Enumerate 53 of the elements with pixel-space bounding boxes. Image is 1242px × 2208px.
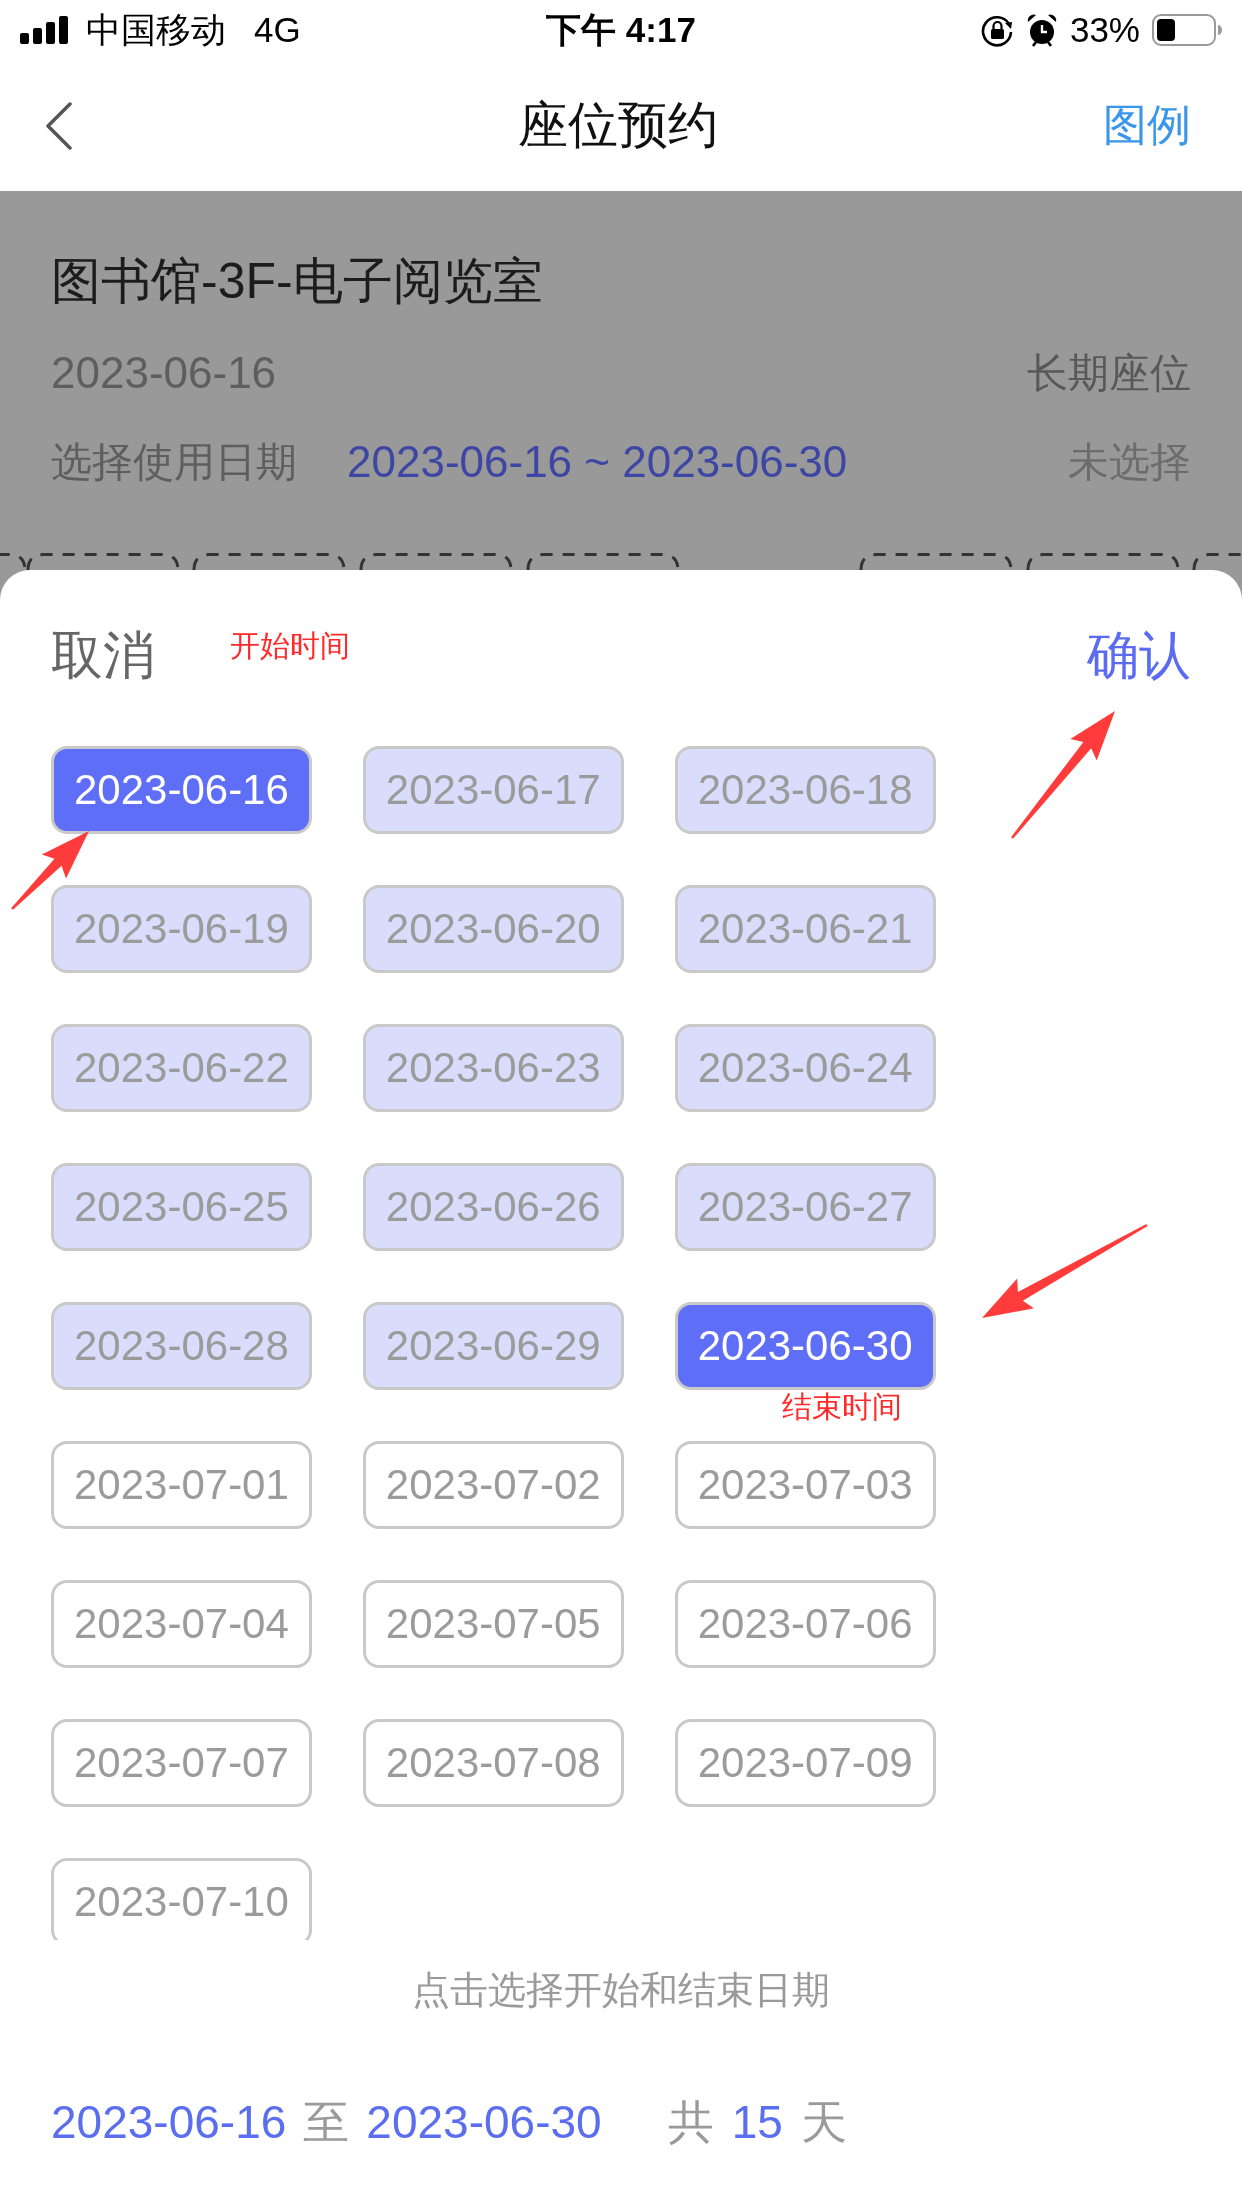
confirm-button[interactable]: 确认 xyxy=(1087,625,1191,685)
date-chip[interactable]: 2023-06-24 xyxy=(674,1024,936,1112)
hint-text: 点击选择开始和结束日期 xyxy=(412,1968,830,2013)
date-chip[interactable]: 2023-07-01 xyxy=(51,1441,312,1529)
cancel-button[interactable]: 取消 xyxy=(51,625,155,685)
start-date: 2023-06-16 xyxy=(51,2095,287,2150)
date-chip[interactable]: 2023-06-22 xyxy=(51,1024,312,1112)
date-chip[interactable]: 2023-06-16 xyxy=(51,746,312,834)
back-chevron-icon[interactable] xyxy=(45,101,73,150)
booking-date: 2023-06-16 xyxy=(51,349,277,397)
date-chip[interactable]: 2023-06-19 xyxy=(51,885,312,973)
date-chip[interactable]: 2023-07-10 xyxy=(51,1858,312,1940)
date-chip[interactable]: 2023-07-04 xyxy=(51,1580,312,1668)
date-chip[interactable]: 2023-06-18 xyxy=(674,746,936,834)
date-chip[interactable]: 2023-07-07 xyxy=(51,1719,312,1807)
legend-link[interactable]: 图例 xyxy=(1103,96,1191,155)
rotation-lock-icon xyxy=(980,13,1014,47)
page-title: 座位预约 xyxy=(518,96,718,155)
date-chip[interactable]: 2023-06-21 xyxy=(674,885,936,973)
date-chip[interactable]: 2023-06-28 xyxy=(51,1302,312,1390)
date-label: 选择使用日期 xyxy=(51,438,297,486)
date-chip[interactable]: 2023-06-30 xyxy=(674,1302,936,1390)
date-chip[interactable]: 2023-07-05 xyxy=(362,1580,624,1668)
annotation-label: 结束时间 xyxy=(781,1391,902,1423)
carrier-name: 中国移动 xyxy=(86,8,226,51)
network-type: 4G xyxy=(254,10,301,50)
signal-icon xyxy=(20,16,70,44)
status-time: 下午 4:17 xyxy=(546,8,696,51)
days-unit: 天 xyxy=(800,2095,847,2150)
date-chip[interactable]: 2023-06-20 xyxy=(362,885,624,973)
date-range: 2023-06-16 ~ 2023-06-30 xyxy=(347,438,848,486)
date-chip[interactable]: 2023-07-03 xyxy=(674,1441,936,1529)
seat-type: 长期座位 xyxy=(1027,349,1191,397)
date-chip[interactable]: 2023-06-27 xyxy=(674,1163,936,1251)
date-chip[interactable]: 2023-06-17 xyxy=(362,746,624,834)
room-name: 图书馆-3F-电子阅览室 xyxy=(51,253,543,309)
date-chip[interactable]: 2023-06-23 xyxy=(362,1024,624,1112)
end-date: 2023-06-30 xyxy=(366,2095,602,2150)
battery-icon xyxy=(1152,14,1222,46)
annotation-label: 开始时间 xyxy=(230,628,350,664)
day-count: 15 xyxy=(731,2095,783,2150)
battery-percent: 33% xyxy=(1069,10,1140,50)
date-chip[interactable]: 2023-06-25 xyxy=(51,1163,312,1251)
to-label: 至 xyxy=(303,2095,350,2150)
alarm-clock-icon xyxy=(1025,13,1058,47)
date-chip[interactable]: 2023-07-06 xyxy=(674,1580,936,1668)
date-chip[interactable]: 2023-07-09 xyxy=(674,1719,936,1807)
date-chip[interactable]: 2023-07-08 xyxy=(362,1719,624,1807)
date-chip[interactable]: 2023-07-02 xyxy=(362,1441,624,1529)
total-label: 共 xyxy=(667,2095,714,2150)
seat-outline xyxy=(1192,553,1242,570)
date-chip[interactable]: 2023-06-29 xyxy=(362,1302,624,1390)
date-chip[interactable]: 2023-06-26 xyxy=(362,1163,624,1251)
